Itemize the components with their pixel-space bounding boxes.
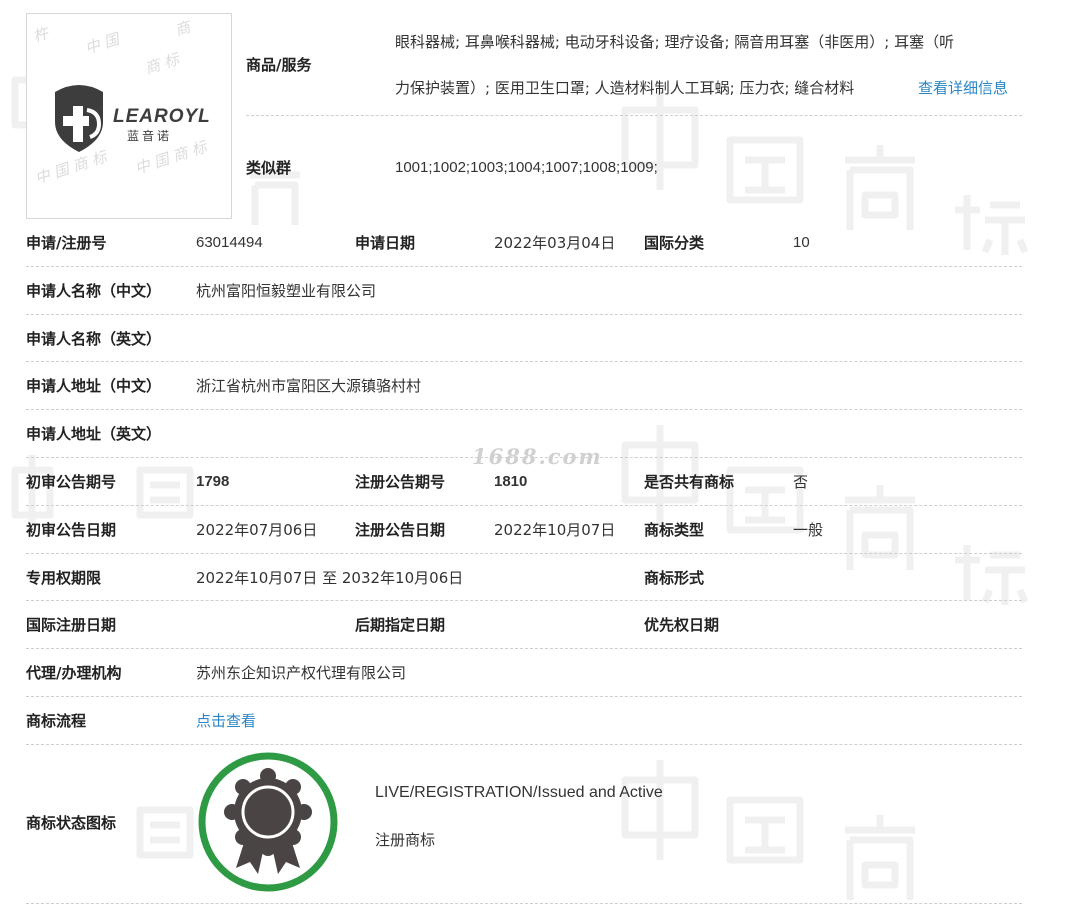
later-date-label: 后期指定日期 [355,616,446,634]
divider [26,648,1022,649]
priority-date-label: 优先权日期 [644,616,720,634]
process-label: 商标流程 [26,712,87,730]
divider [26,314,1022,315]
prelim-issue-label: 初审公告期号 [26,473,117,491]
divider [246,115,1022,116]
site-watermark: 1688.com [472,444,603,469]
goods-line-1: 眼科器械; 耳鼻喉科器械; 电动牙科设备; 理疗设备; 隔音用耳塞（非医用）; … [395,33,955,51]
tm-type-label: 商标类型 [644,521,705,539]
shared-value: 否 [793,473,809,491]
intl-class-value: 10 [793,234,810,251]
view-details-link[interactable]: 查看详细信息 [918,78,1008,98]
process-view-link[interactable]: 点击查看 [196,711,256,731]
similar-group-value: 1001;1002;1003;1004;1007;1008;1009; [395,159,658,176]
shared-label: 是否共有商标 [644,473,735,491]
divider [26,600,1022,601]
reg-issue-value: 1810 [494,473,528,490]
tm-form-label: 商标形式 [644,569,705,587]
address-cn-label: 申请人地址（中文） [26,377,162,395]
agent-value: 苏州东企知识产权代理有限公司 [196,664,407,682]
applicant-cn-label: 申请人名称（中文） [26,282,162,300]
goods-line-2: 力保护装置）; 医用卫生口罩; 人造材料制人工耳蜗; 压力衣; 缝合材料 [395,79,855,97]
address-cn-value: 浙江省杭州市富阳区大源镇骆村村 [196,377,422,395]
svg-text:商 标: 商 标 [143,49,184,77]
status-text-cn: 注册商标 [375,831,436,849]
intl-reg-date-label: 国际注册日期 [26,616,117,634]
applicant-cn-value: 杭州富阳恒毅塑业有限公司 [196,282,377,300]
reg-no-label: 申请/注册号 [26,234,107,252]
exclusive-label: 专用权期限 [26,569,102,587]
tm-type-value: 一般 [793,521,824,539]
svg-text:中 国 商 标: 中 国 商 标 [33,147,111,188]
svg-text:杵: 杵 [31,23,53,45]
divider [26,505,1022,506]
svg-text:商: 商 [173,17,195,39]
svg-text:中 国 商 标: 中 国 商 标 [133,137,211,178]
app-date-value: 2022年03月04日 [494,234,616,252]
logo-brand-text: LEAROYL [113,106,211,127]
learoyl-logo-graphic: 杵 中 国 商 中 国 商 标 中 国 商 标 商 标 LEAROYL 蓝音诺 [31,17,211,188]
divider [26,744,1022,745]
divider [26,903,1022,904]
trademark-logo-image: 杵 中 国 商 中 国 商 标 中 国 商 标 商 标 LEAROYL 蓝音诺 [26,13,232,219]
goods-label: 商品/服务 [246,56,312,74]
divider [26,409,1022,410]
prelim-issue-value: 1798 [196,473,230,490]
exclusive-value: 2022年10月07日 至 2032年10月06日 [196,569,464,587]
prelim-date-label: 初审公告日期 [26,521,117,539]
svg-text:中 国: 中 国 [83,29,124,57]
reg-no-value: 63014494 [196,234,263,251]
agent-label: 代理/办理机构 [26,664,122,682]
registered-status-icon [198,752,338,892]
applicant-en-label: 申请人名称（英文） [26,330,162,348]
similar-group-label: 类似群 [246,159,292,177]
status-text-en: LIVE/REGISTRATION/Issued and Active [375,784,663,801]
status-label: 商标状态图标 [26,814,117,832]
reg-date-value: 2022年10月07日 [494,521,616,539]
divider [26,696,1022,697]
address-en-label: 申请人地址（英文） [26,425,162,443]
divider [26,266,1022,267]
prelim-date-value: 2022年07月06日 [196,521,318,539]
reg-date-label: 注册公告日期 [355,521,446,539]
logo-brand-cn-text: 蓝音诺 [127,128,172,143]
reg-issue-label: 注册公告期号 [355,473,446,491]
intl-class-label: 国际分类 [644,234,705,252]
app-date-label: 申请日期 [355,234,416,252]
divider [26,553,1022,554]
divider [26,361,1022,362]
